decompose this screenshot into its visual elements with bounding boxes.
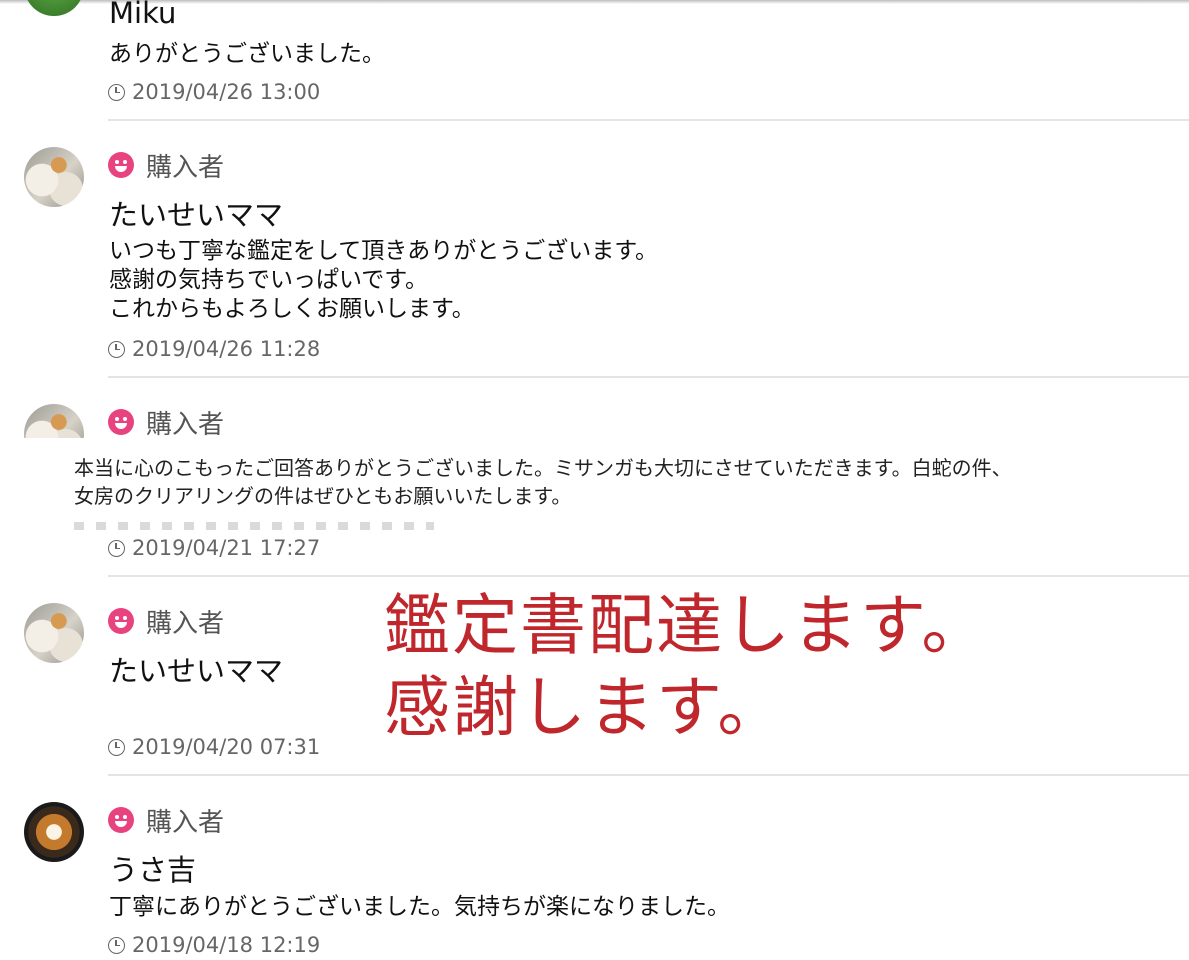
review-message: ありがとうございました。 xyxy=(109,41,385,67)
user-name: たいせいママ xyxy=(109,198,284,232)
clock-icon xyxy=(108,340,125,358)
clock-icon xyxy=(108,83,125,101)
review-message: 本当に心のこもったご回答ありがとうございました。ミサンガも大切にさせていただきま… xyxy=(74,456,1012,508)
timestamp-text: 2019/04/21 17:27 xyxy=(132,536,321,560)
divider xyxy=(108,119,1189,121)
role-label: 購入者 xyxy=(146,608,225,639)
avatar[interactable] xyxy=(24,603,84,663)
timestamp: 2019/04/26 13:00 xyxy=(108,80,320,104)
red-annotation-line-2: 感謝します。 xyxy=(384,669,786,746)
role-label: 購入者 xyxy=(146,807,225,838)
smiley-icon xyxy=(108,807,134,833)
avatar[interactable] xyxy=(24,147,84,207)
buyer-role: 購入者 xyxy=(108,805,224,838)
timestamp: 2019/04/26 11:28 xyxy=(108,337,320,361)
review-list: Miku ありがとうございました。 2019/04/26 13:00 購入者 た… xyxy=(0,0,1189,960)
clock-icon xyxy=(108,936,125,954)
timestamp-text: 2019/04/20 07:31 xyxy=(132,735,321,759)
role-label: 購入者 xyxy=(146,409,225,440)
smiley-icon xyxy=(108,608,134,634)
review-message: 丁寧にありがとうございました。気持ちが楽になりました。 xyxy=(109,894,730,920)
user-name: Miku xyxy=(109,0,177,30)
clock-icon xyxy=(108,539,125,557)
timestamp-text: 2019/04/26 13:00 xyxy=(132,80,321,104)
clock-icon xyxy=(108,738,125,756)
divider xyxy=(108,575,1189,577)
avatar[interactable] xyxy=(24,802,84,862)
cropped-text-remnant xyxy=(74,522,434,530)
top-shadow xyxy=(0,0,1189,4)
smiley-icon xyxy=(108,409,134,435)
red-annotation-line-1: 鑑定書配達します。 xyxy=(384,587,990,664)
smiley-icon xyxy=(108,152,134,178)
timestamp: 2019/04/18 12:19 xyxy=(108,933,320,957)
buyer-role: 購入者 xyxy=(108,150,224,183)
timestamp-text: 2019/04/18 12:19 xyxy=(132,933,321,957)
buyer-role: 購入者 xyxy=(108,407,224,440)
buyer-role: 購入者 xyxy=(108,606,224,639)
role-label: 購入者 xyxy=(146,152,225,183)
timestamp-text: 2019/04/26 11:28 xyxy=(132,337,321,361)
pasted-message-panel: 本当に心のこもったご回答ありがとうございました。ミサンガも大切にさせていただきま… xyxy=(0,438,1189,530)
divider xyxy=(108,376,1189,378)
divider xyxy=(108,774,1189,776)
timestamp: 2019/04/21 17:27 xyxy=(108,536,320,560)
avatar[interactable] xyxy=(24,0,84,16)
user-name: たいせいママ xyxy=(109,654,284,688)
user-name: うさ吉 xyxy=(109,853,197,887)
review-message: いつも丁寧な鑑定をして頂きありがとうございます。 感謝の気持ちでいっぱいです。 … xyxy=(109,238,659,322)
timestamp: 2019/04/20 07:31 xyxy=(108,735,320,759)
